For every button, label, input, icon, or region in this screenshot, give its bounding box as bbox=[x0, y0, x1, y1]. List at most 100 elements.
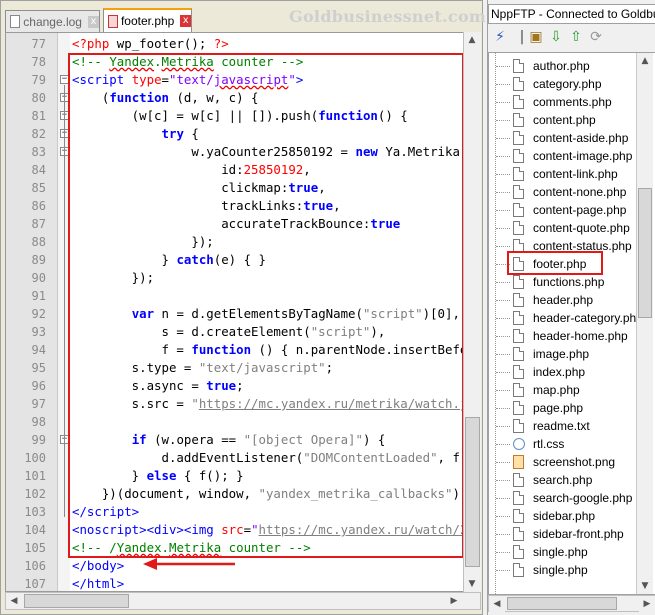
ftp-file-item[interactable]: search-google.php bbox=[489, 489, 639, 507]
code-text: <!-- Yandex.Metrika counter --> bbox=[72, 54, 304, 69]
code-line[interactable]: 78 <!-- Yandex.Metrika counter --> bbox=[6, 53, 480, 71]
ftp-file-item[interactable]: content-aside.php bbox=[489, 129, 639, 147]
code-line[interactable]: 89 } catch(e) { } bbox=[6, 251, 480, 269]
file-name: page.php bbox=[533, 401, 584, 415]
scroll-thumb[interactable] bbox=[638, 188, 652, 318]
code-line[interactable]: 100 d.addEventListener("DOMContentLoaded… bbox=[6, 449, 480, 467]
ftp-file-item[interactable]: rtl.css bbox=[489, 435, 639, 453]
file-name: screenshot.png bbox=[533, 455, 616, 469]
ftp-file-item[interactable]: content-image.php bbox=[489, 147, 639, 165]
ftp-panel-title: NppFTP - Connected to Goldbusinessnet bbox=[488, 4, 655, 24]
ftp-file-item[interactable]: map.php bbox=[489, 381, 639, 399]
tree-branch bbox=[496, 336, 510, 337]
code-line[interactable]: 107 </html> bbox=[6, 575, 480, 591]
scroll-thumb[interactable] bbox=[465, 417, 480, 567]
ftp-file-item[interactable]: content-none.php bbox=[489, 183, 639, 201]
code-line[interactable]: 105 <!-- /Yandex.Metrika counter --> bbox=[6, 539, 480, 557]
ftp-horizontal-scrollbar[interactable]: ◀ ▶ bbox=[488, 595, 655, 612]
ftp-file-item[interactable]: readme.txt bbox=[489, 417, 639, 435]
code-line[interactable]: 79 <script type="text/javascript"> bbox=[6, 71, 480, 89]
download-icon[interactable]: ⇩ bbox=[548, 29, 564, 45]
code-line[interactable]: 85 clickmap:true, bbox=[6, 179, 480, 197]
code-line[interactable]: 88 }); bbox=[6, 233, 480, 251]
code-text: clickmap:true, bbox=[72, 180, 326, 195]
code-line[interactable]: 77 <?php wp_footer(); ?> bbox=[6, 35, 480, 53]
scroll-up-icon[interactable]: ▲ bbox=[464, 32, 480, 48]
tree-branch bbox=[496, 390, 510, 391]
ftp-file-list[interactable]: author.php category.php comments.php conten… bbox=[488, 52, 655, 595]
ftp-file-item[interactable]: content-page.php bbox=[489, 201, 639, 219]
tab-footer-php[interactable]: footer.php x bbox=[103, 8, 192, 32]
code-line[interactable]: 81 (w[c] = w[c] || []).push(function() { bbox=[6, 107, 480, 125]
ftp-file-item[interactable]: header-category.php bbox=[489, 309, 643, 327]
ftp-file-item[interactable]: content-link.php bbox=[489, 165, 639, 183]
file-icon bbox=[513, 167, 524, 181]
refresh-icon[interactable]: ⟳ bbox=[588, 29, 604, 45]
editor-vertical-scrollbar[interactable]: ▲ ▼ bbox=[463, 32, 481, 592]
code-line[interactable]: 84 id:25850192, bbox=[6, 161, 480, 179]
scroll-right-icon[interactable]: ▶ bbox=[446, 593, 462, 609]
ftp-file-item[interactable]: sidebar-front.php bbox=[489, 525, 639, 543]
scroll-down-icon[interactable]: ▼ bbox=[637, 578, 653, 594]
code-line[interactable]: 82 try { bbox=[6, 125, 480, 143]
scroll-left-icon[interactable]: ◀ bbox=[6, 593, 22, 609]
ftp-file-item[interactable]: content-status.php bbox=[489, 237, 639, 255]
scroll-down-icon[interactable]: ▼ bbox=[464, 576, 480, 592]
upload-icon[interactable]: ⇧ bbox=[568, 29, 584, 45]
code-line[interactable]: 103 </script> bbox=[6, 503, 480, 521]
ftp-file-item[interactable]: content-quote.php bbox=[489, 219, 639, 237]
scroll-left-icon[interactable]: ◀ bbox=[489, 596, 505, 612]
scroll-up-icon[interactable]: ▲ bbox=[637, 53, 653, 69]
ftp-vertical-scrollbar[interactable]: ▲ ▼ bbox=[636, 53, 653, 594]
code-line[interactable]: 80 (function (d, w, c) { bbox=[6, 89, 480, 107]
code-line[interactable]: 101 } else { f(); } bbox=[6, 467, 480, 485]
fold-toggle-icon[interactable] bbox=[60, 75, 69, 84]
editor-horizontal-scrollbar[interactable]: ◀ ▶ bbox=[5, 592, 481, 610]
code-line[interactable]: 96 s.async = true; bbox=[6, 377, 480, 395]
ftp-file-item[interactable]: comments.php bbox=[489, 93, 639, 111]
file-icon bbox=[513, 131, 524, 145]
open-icon[interactable]: ▣ bbox=[528, 29, 544, 45]
code-line[interactable]: 95 s.type = "text/javascript"; bbox=[6, 359, 480, 377]
ftp-file-item[interactable]: screenshot.png bbox=[489, 453, 639, 471]
close-icon[interactable]: x bbox=[87, 15, 99, 28]
tree-branch bbox=[496, 174, 510, 175]
code-line[interactable]: 97 s.src = "https://mc.yandex.ru/metrika… bbox=[6, 395, 480, 413]
code-line[interactable]: 102 })(document, window, "yandex_metrika… bbox=[6, 485, 480, 503]
ftp-file-item[interactable]: header.php bbox=[489, 291, 639, 309]
code-line[interactable]: 98 bbox=[6, 413, 480, 431]
ftp-file-item[interactable]: sidebar.php bbox=[489, 507, 639, 525]
code-area[interactable]: 77 <?php wp_footer(); ?> 78 <!-- Yandex.Met… bbox=[5, 32, 481, 592]
ftp-file-item[interactable]: functions.php bbox=[489, 273, 639, 291]
code-line[interactable]: 83 w.yaCounter25850192 = new Ya.Metrika(… bbox=[6, 143, 480, 161]
ftp-file-item[interactable]: header-home.php bbox=[489, 327, 639, 345]
ftp-file-item[interactable]: search.php bbox=[489, 471, 639, 489]
ftp-file-item[interactable]: category.php bbox=[489, 75, 639, 93]
code-line[interactable]: 91 bbox=[6, 287, 480, 305]
code-line[interactable]: 86 trackLinks:true, bbox=[6, 197, 480, 215]
ftp-file-item[interactable]: page.php bbox=[489, 399, 639, 417]
code-line[interactable]: 90 }); bbox=[6, 269, 480, 287]
code-line[interactable]: 92 var n = d.getElementsByTagName("scrip… bbox=[6, 305, 480, 323]
code-line[interactable]: 87 accurateTrackBounce:true bbox=[6, 215, 480, 233]
ftp-file-item[interactable]: author.php bbox=[489, 57, 639, 75]
ftp-file-item[interactable]: index.php bbox=[489, 363, 639, 381]
ftp-file-item[interactable]: image.php bbox=[489, 345, 639, 363]
code-line[interactable]: 93 s = d.createElement("script"), bbox=[6, 323, 480, 341]
line-number: 106 bbox=[24, 559, 46, 573]
code-line[interactable]: 104 <noscript><div><img src="https://mc.y… bbox=[6, 521, 480, 539]
ftp-file-item[interactable]: footer.php bbox=[489, 255, 639, 273]
scroll-right-icon[interactable]: ▶ bbox=[639, 596, 655, 612]
h-scroll-thumb[interactable] bbox=[507, 597, 617, 610]
ftp-file-item[interactable]: content.php bbox=[489, 111, 639, 129]
tab-change-log[interactable]: change.log x bbox=[5, 10, 100, 32]
code-line[interactable]: 99 if (w.opera == "[object Opera]") { bbox=[6, 431, 480, 449]
ftp-file-item[interactable]: single.php bbox=[489, 543, 639, 561]
file-icon bbox=[513, 545, 524, 559]
ftp-file-item[interactable]: single.php bbox=[489, 561, 639, 579]
code-line[interactable]: 94 f = function () { n.parentNode.insert… bbox=[6, 341, 480, 359]
h-scroll-thumb[interactable] bbox=[24, 594, 129, 608]
connect-icon[interactable]: ⚡ bbox=[492, 29, 508, 45]
close-icon[interactable]: x bbox=[180, 15, 191, 27]
code-line[interactable]: 106 </body> bbox=[6, 557, 480, 575]
